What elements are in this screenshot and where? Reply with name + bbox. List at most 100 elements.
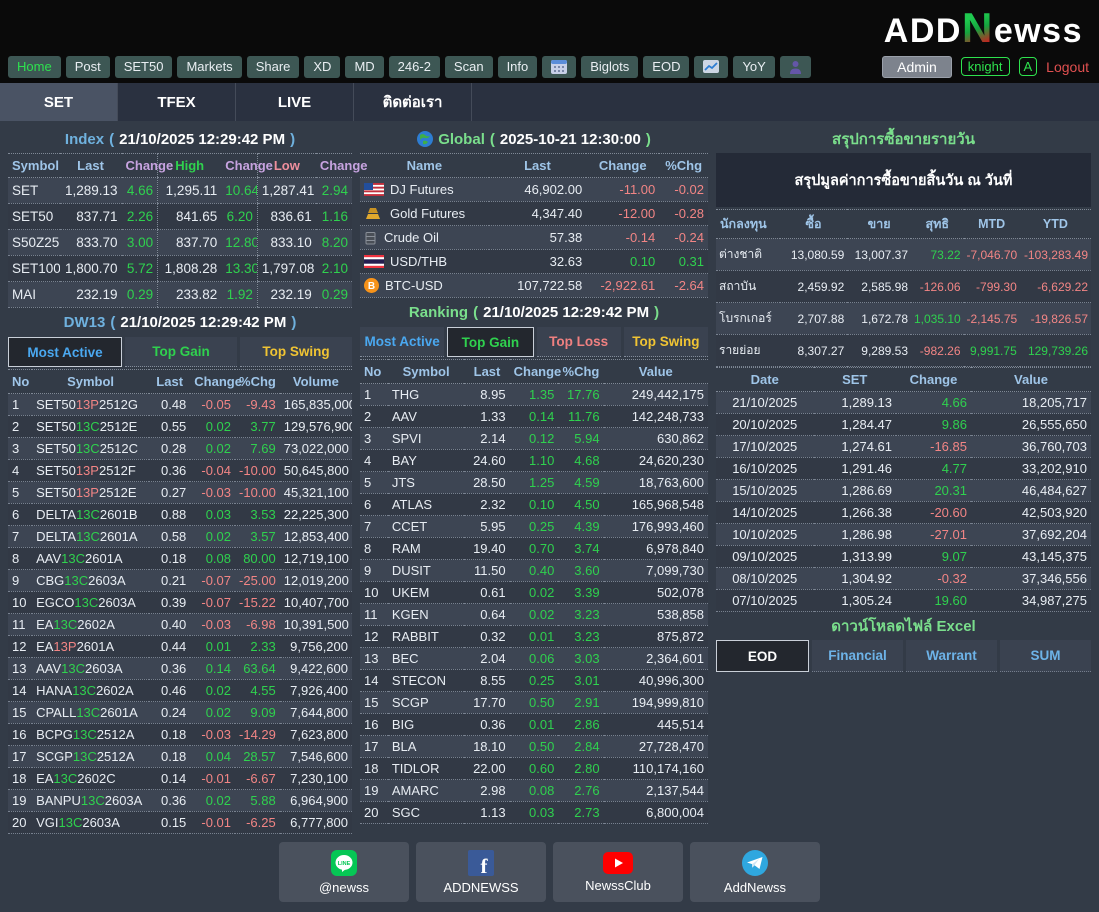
symbol-suffix: 2512A <box>96 749 135 764</box>
tab-live[interactable]: LIVE <box>236 83 354 121</box>
nav-item-yoy[interactable]: YoY <box>733 55 775 78</box>
nav-item-home[interactable]: Home <box>8 55 61 78</box>
instrument-cell: DJ Futures <box>360 177 489 202</box>
table-cell: 1,286.69 <box>813 479 896 502</box>
table-cell: -0.24 <box>659 225 708 250</box>
table-cell: 6.20 <box>221 203 258 230</box>
table-row: 18 EA13C2602C 0.14 -0.01 -6.67 7,230,100 <box>8 767 352 790</box>
excel-warrant-button[interactable]: Warrant <box>906 640 997 672</box>
summary-subtitle: สรุปมูลค่าการซื้อขายสิ้นวัน ณ วันที่ <box>716 153 1091 207</box>
table-cell: 4.59 <box>558 471 604 494</box>
nav-item-scan[interactable]: Scan <box>444 55 493 78</box>
symbol-cell: KGEN <box>387 603 465 626</box>
dw13-tab-bar: Most Active Top Gain Top Swing <box>8 337 352 367</box>
user-icon[interactable] <box>779 55 811 78</box>
table-cell: 841.65 <box>157 203 222 230</box>
table-row: 16 BCPG13C2512A 0.18 -0.03 -14.29 7,623,800 <box>8 723 352 746</box>
symbol-series: 13C <box>80 793 105 808</box>
social-addnewss-button[interactable]: f ADDNEWSS <box>416 842 546 902</box>
nav-item-md[interactable]: MD <box>345 55 384 78</box>
symbol-suffix: 2603A <box>98 595 136 610</box>
left-column: Index ( 21/10/2025 12:29:42 PM ) Symbol L… <box>8 125 367 834</box>
user-badge[interactable]: A <box>1018 57 1038 76</box>
symbol-series: 13C <box>72 749 97 764</box>
admin-button[interactable]: Admin <box>882 55 952 78</box>
nav-item-set50[interactable]: SET50 <box>114 55 173 78</box>
table-cell: 1,800.70 <box>59 255 122 282</box>
symbol-prefix: VGI <box>36 815 59 830</box>
table-cell: 1.25 <box>509 471 559 494</box>
column-header: %Chg <box>659 153 708 178</box>
nav-item-post[interactable]: Post <box>65 55 110 78</box>
table-row: 17/10/2025 1,274.61 -16.85 36,760,703 <box>716 435 1091 458</box>
table-cell: 11.76 <box>558 405 604 428</box>
table-cell: 18.10 <box>464 735 510 758</box>
table-cell: -6.25 <box>235 811 280 834</box>
value-cell: 37,346,556 <box>971 567 1091 590</box>
table-cell: 0.08 <box>190 547 236 570</box>
table-row: DJ Futures 46,902.00 -11.00 -0.02 <box>360 177 708 202</box>
table-cell: -0.01 <box>190 811 236 834</box>
dw13-tab-most-active[interactable]: Most Active <box>8 337 122 367</box>
ranking-tab-top-loss[interactable]: Top Loss <box>536 327 621 357</box>
nav-item-246-2[interactable]: 246-2 <box>388 55 440 78</box>
header-row: นักลงทุน ซื้อ ขาย สุทธิ MTD YTD <box>716 209 1091 239</box>
table-cell: 0.36 <box>149 789 191 812</box>
ranking-tab-top-swing[interactable]: Top Swing <box>623 327 708 357</box>
symbol-prefix: EA <box>36 639 54 654</box>
table-row: 14/10/2025 1,266.38 -20.60 42,503,920 <box>716 501 1091 524</box>
calendar-icon[interactable] <box>542 55 577 78</box>
brand-logo: ADDNewss <box>884 6 1083 49</box>
symbol-cell: SET5013P2512E <box>32 481 150 504</box>
excel-financial-button[interactable]: Financial <box>812 640 903 672</box>
social-addnewss-button[interactable]: AddNewss <box>690 842 820 902</box>
summary-title-label: สรุปการซื้อขายรายวัน <box>832 131 975 148</box>
page: ADDNewss Home Post SET50 Markets Share XD MD 24… <box>0 0 1099 902</box>
tab-tfex[interactable]: TFEX <box>118 83 236 121</box>
nav-item-info[interactable]: Info <box>497 55 538 78</box>
rank-cell: 15 <box>360 691 388 714</box>
table-cell: 3.23 <box>558 625 604 648</box>
nav-item-markets[interactable]: Markets <box>177 55 242 78</box>
table-cell: 0.01 <box>509 625 559 648</box>
rank-cell: 8 <box>360 537 388 560</box>
excel-eod-button[interactable]: EOD <box>716 640 809 672</box>
table-cell: -15.22 <box>235 591 280 614</box>
table-cell: 3.03 <box>558 647 604 670</box>
nav-item-biglots[interactable]: Biglots <box>581 55 639 78</box>
tab-set[interactable]: SET <box>0 83 118 121</box>
logout-link[interactable]: Logout <box>1046 59 1089 75</box>
table-cell: 2.76 <box>558 779 604 802</box>
symbol-cell: SET5013P2512F <box>32 459 150 482</box>
symbol-suffix: 2602C <box>77 771 116 786</box>
ranking-tab-top-gain[interactable]: Top Gain <box>447 327 534 357</box>
social--newss-button[interactable]: LINE @newss <box>279 842 409 902</box>
tab-ติดต่อเรา[interactable]: ติดต่อเรา <box>354 83 472 121</box>
table-row: 10/10/2025 1,286.98 -27.01 37,692,204 <box>716 523 1091 546</box>
column-header: MTD <box>963 209 1020 239</box>
ranking-tab-most-active[interactable]: Most Active <box>360 327 445 357</box>
dw13-tab-top-gain[interactable]: Top Gain <box>125 337 237 367</box>
dw13-tab-top-swing[interactable]: Top Swing <box>240 337 352 367</box>
table-cell: 0.02 <box>190 415 236 438</box>
excel-sum-button[interactable]: SUM <box>1000 640 1091 672</box>
table-cell: 0.02 <box>190 789 236 812</box>
symbol-series: 13C <box>58 815 83 830</box>
volume-cell: 165,835,000 <box>279 393 352 416</box>
symbol-cell: AAV13C2603A <box>32 657 150 680</box>
column-header: Symbol <box>32 369 150 394</box>
chart-icon[interactable] <box>694 55 729 78</box>
nav-item-xd[interactable]: XD <box>304 55 341 78</box>
volume-cell: 9,756,200 <box>279 635 352 658</box>
table-cell: 8.55 <box>464 669 510 692</box>
table-row: 09/10/2025 1,313.99 9.07 43,145,375 <box>716 545 1091 568</box>
paren-open: ( <box>110 313 116 331</box>
value-cell: 176,993,460 <box>603 515 708 538</box>
social-newssclub-button[interactable]: NewssClub <box>553 842 683 902</box>
table-cell: 4.77 <box>896 457 971 480</box>
nav-item-share[interactable]: Share <box>246 55 300 78</box>
symbol-suffix: 2601B <box>99 507 138 522</box>
header-row: No Symbol Last Change %Chg Value <box>360 359 708 384</box>
username-pill[interactable]: knight <box>960 57 1010 76</box>
nav-item-eod[interactable]: EOD <box>643 55 690 78</box>
